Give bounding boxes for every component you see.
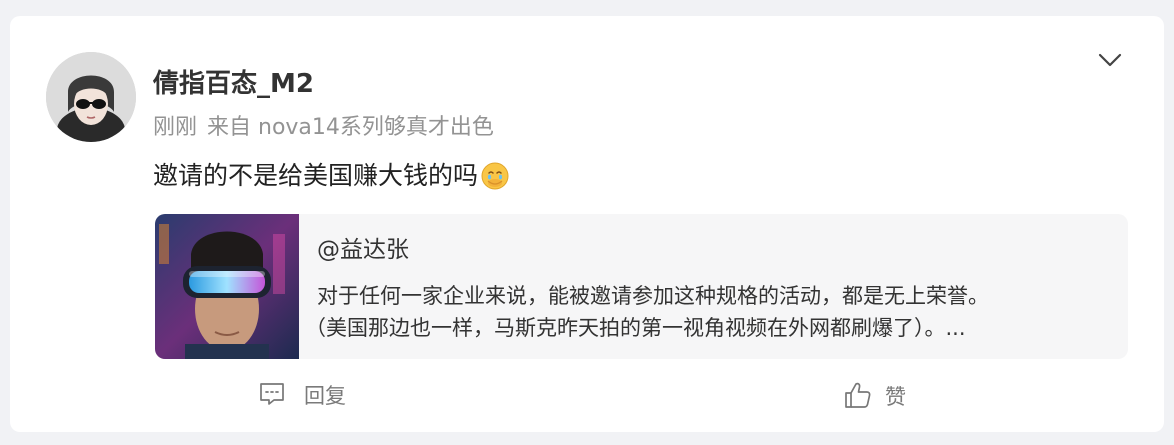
- like-label: 赞: [885, 385, 906, 409]
- repost-author[interactable]: @益达张: [317, 234, 409, 266]
- reply-label: 回复: [304, 384, 346, 408]
- like-button[interactable]: 赞: [843, 380, 906, 414]
- post-time: 刚刚: [153, 115, 198, 140]
- weibo-post-card: 倩指百态_M2 刚刚 来自 nova14系列够真才出色 邀请的不是给美国赚大钱的吗: [10, 16, 1164, 432]
- chevron-down-icon[interactable]: [1096, 46, 1124, 74]
- post-source[interactable]: 来自 nova14系列够真才出色: [207, 115, 494, 140]
- repost-text-line-2: （美国那边也一样，马斯克昨天拍的第一视角视频在外网都刷爆了）。...: [305, 316, 966, 340]
- avatar-image: [46, 52, 136, 142]
- post-content: 邀请的不是给美国赚大钱的吗: [153, 156, 510, 196]
- post-meta: 刚刚 来自 nova14系列够真才出色: [153, 113, 494, 143]
- face-holding-back-tears-emoji-icon: [480, 161, 510, 191]
- avatar[interactable]: [46, 52, 136, 142]
- reply-button[interactable]: 回复: [258, 380, 346, 412]
- username[interactable]: 倩指百态_M2: [153, 66, 314, 102]
- comment-icon: [258, 380, 286, 412]
- repost-thumbnail: [155, 214, 299, 359]
- repost-card[interactable]: @益达张 对于任何一家企业来说，能被邀请参加这种规格的活动，都是无上荣誉。 （美…: [155, 214, 1128, 359]
- post-text: 邀请的不是给美国赚大钱的吗: [153, 161, 479, 190]
- repost-text-line-1: 对于任何一家企业来说，能被邀请参加这种规格的活动，都是无上荣誉。: [317, 284, 989, 308]
- thumbs-up-icon: [843, 380, 873, 414]
